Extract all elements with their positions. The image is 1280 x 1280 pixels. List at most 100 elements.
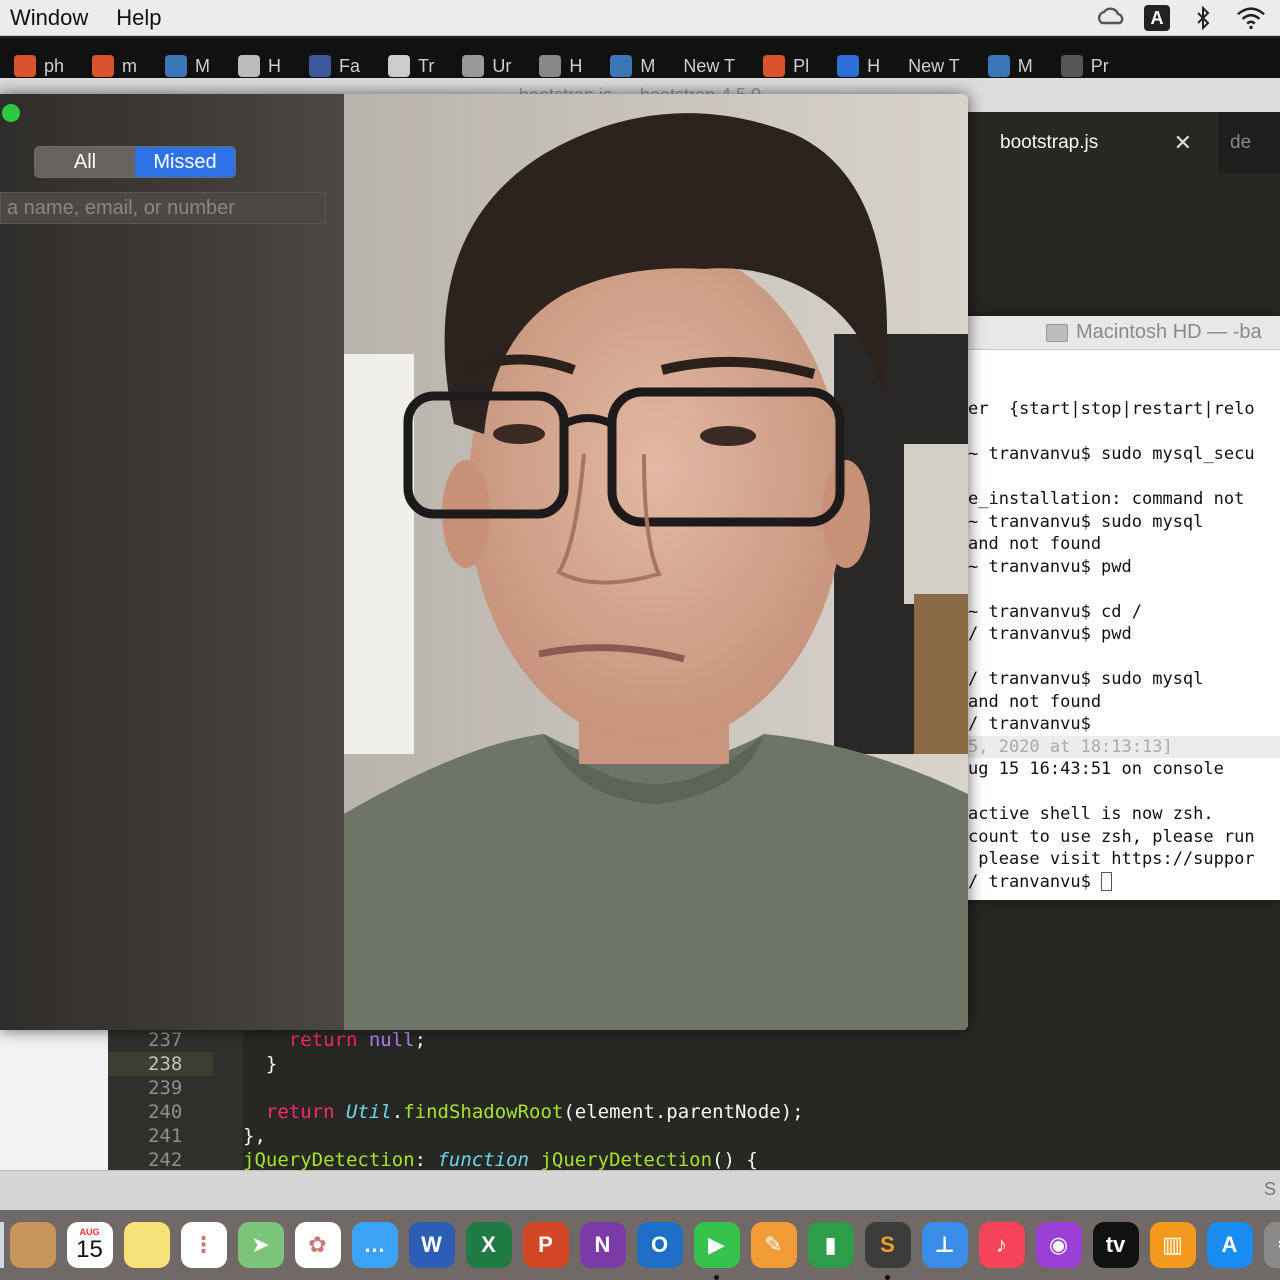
terminal-line: and not found	[968, 691, 1280, 714]
tab-next[interactable]: de	[1230, 132, 1251, 154]
code-area[interactable]: return null; } return Util.findShadowRoo…	[243, 1028, 1280, 1171]
bookmark-favicon-icon	[763, 55, 786, 77]
terminal-window[interactable]: Macintosh HD — -ba er {start|stop|restar…	[968, 316, 1280, 900]
terminal-line-text: / tranvanvu$ pwd	[968, 624, 1132, 644]
facetime-icon[interactable]: ▶	[693, 1222, 740, 1280]
contact-search-input[interactable]: a name, email, or number	[0, 192, 326, 224]
onenote-icon[interactable]: N	[579, 1222, 626, 1268]
bookmark-item[interactable]: H	[823, 54, 894, 78]
bookmark-item[interactable]: Tr	[374, 54, 448, 78]
outlook-icon[interactable]: O	[636, 1222, 683, 1268]
keynote-icon[interactable]: ⊥	[921, 1222, 968, 1268]
line-number-active: 238	[108, 1052, 213, 1076]
sublime-icon[interactable]: S	[864, 1222, 911, 1280]
filter-missed-button[interactable]: Missed	[135, 147, 235, 177]
dock-glyph: ♪	[996, 1232, 1007, 1257]
terminal-line-text: / tranvanvu$ sudo mysql	[968, 669, 1204, 689]
line-number-gutter: 237 238 239 240 241 242	[108, 1028, 243, 1171]
dock-glyph: S	[880, 1232, 895, 1257]
powerpoint-icon[interactable]: P	[522, 1222, 569, 1268]
filter-all-button[interactable]: All	[35, 147, 135, 177]
dock-glyph: ⋮	[192, 1232, 215, 1257]
bookmark-item[interactable]: M	[151, 54, 224, 78]
terminal-line: / tranvanvu$	[968, 713, 1280, 736]
bookmark-item[interactable]: Pr	[1047, 54, 1123, 78]
bookmark-label: H	[268, 55, 282, 76]
terminal-line: ug 15 16:43:51 on console	[968, 758, 1280, 781]
photos-icon[interactable]: ✿	[294, 1222, 341, 1268]
bookmark-item[interactable]: M	[596, 54, 669, 78]
menu-window[interactable]: Window	[0, 0, 102, 36]
music-icon[interactable]: ♪	[978, 1222, 1025, 1268]
dock-glyph: N	[594, 1232, 611, 1257]
bookmark-item[interactable]: New T	[894, 54, 974, 78]
word-icon[interactable]: W	[408, 1222, 455, 1268]
menu-help[interactable]: Help	[102, 0, 175, 36]
terminal-output[interactable]: er {start|stop|restart|relo ~ tranvanvu$ …	[968, 350, 1280, 893]
wifi-icon[interactable]	[1236, 5, 1266, 31]
bookmarks-bar: ph m M H Fa Tr Ur H M New T Pl H New T M Pr	[0, 38, 1280, 78]
terminal-line-text: count to use zsh, please run	[968, 826, 1255, 847]
bookmark-item[interactable]: Fa	[295, 54, 374, 78]
close-tab-icon[interactable]: ✕	[1174, 130, 1192, 156]
maps-icon[interactable]: ➤	[237, 1222, 284, 1268]
terminal-line-text: ug 15 16:43:51 on console	[968, 759, 1224, 779]
bookmark-item[interactable]: Ur	[448, 54, 525, 78]
excel-icon[interactable]: X	[465, 1222, 512, 1268]
dock-glyph: ▥	[1162, 1232, 1183, 1257]
code-line: return null;	[288, 1029, 427, 1051]
zoom-window-button[interactable]	[2, 104, 20, 122]
bookmark-item[interactable]: H	[525, 54, 596, 78]
bookmark-favicon-icon	[837, 55, 860, 77]
contacts-icon[interactable]	[9, 1222, 56, 1268]
bookmark-item[interactable]: Pl	[749, 54, 823, 78]
dock-glyph: ⚙	[1277, 1232, 1280, 1258]
pages-icon[interactable]: ✎	[750, 1222, 797, 1268]
dock: AUG15 ⋮ ➤ ✿ … W X P N O ▶ ✎ ▮ S ⊥ ♪ ◉ tv ▥ A ⚙	[0, 1210, 1280, 1280]
tv-icon[interactable]: tv	[1092, 1222, 1139, 1268]
reminders-icon[interactable]: ⋮	[180, 1222, 227, 1268]
bookmark-item[interactable]: m	[78, 54, 151, 78]
terminal-line-text: / tranvanvu$	[968, 714, 1091, 734]
bookmark-label: m	[122, 55, 138, 76]
app-store-icon[interactable]: A	[1206, 1222, 1253, 1268]
dock-glyph: X	[481, 1232, 496, 1257]
status-text: S	[1263, 1179, 1276, 1199]
bookmark-item[interactable]: ph	[0, 54, 78, 78]
hard-disk-icon	[1046, 323, 1068, 342]
bookmark-item[interactable]: New T	[669, 54, 749, 78]
calendar-icon[interactable]: AUG 15	[66, 1222, 113, 1268]
messages-icon[interactable]: …	[351, 1222, 398, 1268]
dock-edge-app-icon[interactable]	[0, 1222, 4, 1268]
terminal-line-text: active shell is now zsh.	[968, 804, 1214, 824]
call-filter-segmented-control: All Missed	[34, 146, 236, 178]
system-preferences-icon[interactable]: ⚙	[1263, 1222, 1280, 1268]
creative-cloud-icon[interactable]	[1096, 5, 1126, 31]
tab-label: bootstrap.js	[1000, 132, 1099, 153]
tab-bootstrap-js[interactable]: bootstrap.js ✕	[968, 112, 1218, 174]
line-number: 241	[148, 1125, 183, 1147]
camera-feed-image	[344, 94, 968, 1030]
bookmark-label: H	[867, 55, 881, 76]
calendar-day: 15	[76, 1236, 103, 1263]
terminal-line: please visit https://suppor	[968, 848, 1280, 871]
bookmark-item[interactable]: H	[224, 54, 295, 78]
dock-glyph: P	[538, 1232, 553, 1257]
books-icon[interactable]: ▥	[1149, 1222, 1196, 1268]
code-line: },	[243, 1125, 266, 1147]
terminal-line-text: ~ tranvanvu$ pwd	[968, 556, 1132, 577]
podcasts-icon[interactable]: ◉	[1035, 1222, 1082, 1268]
numbers-icon[interactable]: ▮	[807, 1222, 854, 1268]
notes-icon[interactable]	[123, 1222, 170, 1268]
input-source-icon[interactable]: A	[1144, 5, 1170, 31]
bookmark-favicon-icon	[539, 55, 562, 77]
bookmark-item[interactable]: M	[974, 54, 1047, 78]
bookmark-label: Pr	[1090, 55, 1109, 76]
bookmark-favicon-icon	[1060, 55, 1083, 77]
dock-glyph: ⊥	[934, 1232, 955, 1257]
bluetooth-icon[interactable]	[1188, 5, 1218, 31]
terminal-line: / tranvanvu$	[968, 871, 1280, 894]
